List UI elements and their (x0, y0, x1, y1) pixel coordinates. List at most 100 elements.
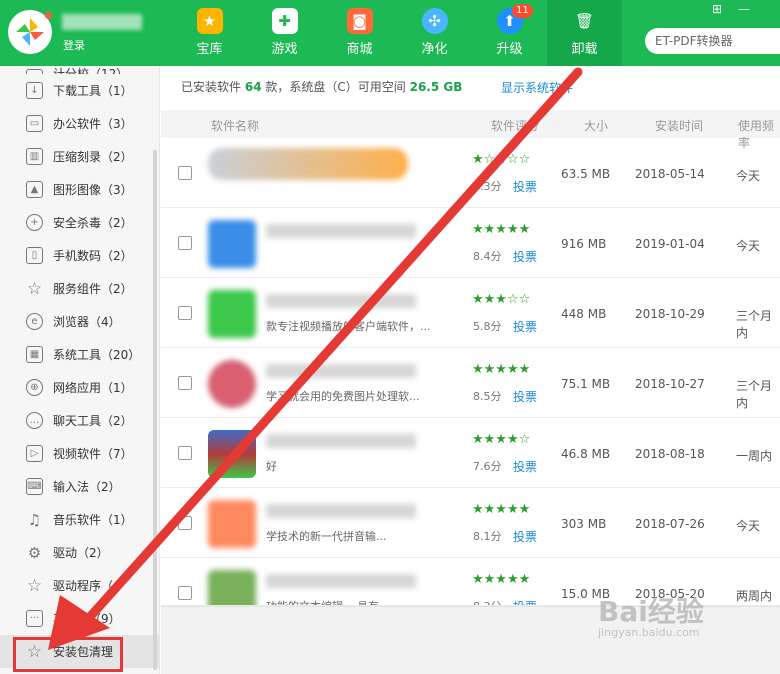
tab-upgrade[interactable]: ⬆ 11 升级 (472, 0, 547, 66)
main-nav: ★ 宝库 ✚ 游戏 ◙ 商城 ✣ 净化 ⬆ 11 升级 🗑 卸载 (172, 0, 622, 66)
vote-link[interactable]: 投票 (513, 178, 537, 195)
tab-treasury[interactable]: ★ 宝库 (172, 0, 247, 66)
row-checkbox[interactable] (178, 376, 192, 390)
vote-link[interactable]: 投票 (513, 458, 537, 475)
table-row[interactable]: 学技术的新一代拼音输... ★★★★★ 8.1分 投票 303 MB 2018-… (161, 488, 780, 558)
sidebar-item-video[interactable]: ▷ 视频软件（7） (0, 437, 159, 470)
shopping-bag-icon: ◙ (346, 8, 373, 34)
gamepad-icon: ✚ (271, 8, 298, 34)
table-row[interactable]: 款专注视频播放的客户端软件，... ★★★☆☆ 5.8分 投票 448 MB 2… (161, 278, 780, 348)
sidebar-item-mobile[interactable]: ▯ 手机数码（2） (0, 239, 159, 272)
vote-link[interactable]: 投票 (513, 528, 537, 545)
vote-link[interactable]: 投票 (513, 598, 537, 605)
sidebar-item-chat[interactable]: … 聊天工具（2） (0, 404, 159, 437)
tab-label: 商城 (346, 42, 373, 57)
sidebar-scrollbar[interactable] (153, 150, 157, 670)
menu-icon[interactable]: ⊞ (712, 2, 738, 16)
install-date: 2018-05-14 (635, 167, 705, 181)
usage-frequency: 一周内 (736, 449, 773, 463)
tab-uninstall[interactable]: 🗑 卸载 (547, 0, 622, 66)
sidebar-item-network[interactable]: ⊕ 网络应用（1） (0, 371, 159, 404)
briefcase-icon: ▭ (26, 115, 43, 132)
sidebar-item-download-tools[interactable]: ↓ 下载工具（1） (0, 74, 159, 107)
top-bar: 登录 ★ 宝库 ✚ 游戏 ◙ 商城 ✣ 净化 ⬆ 11 升级 🗑 卸载 ⊞— E… (0, 0, 780, 66)
sidebar-item-browser[interactable]: e 浏览器（4） (0, 305, 159, 338)
sidebar-item-label: 驱动（2） (53, 546, 109, 560)
sidebar-item-security[interactable]: + 安全杀毒（2） (0, 206, 159, 239)
keyboard-icon: ⌨ (26, 478, 43, 495)
login-link[interactable]: 登录 (63, 37, 85, 53)
row-checkbox[interactable] (178, 516, 192, 530)
sidebar-item-label: 其他软（9） (53, 612, 121, 626)
install-date: 2018-10-29 (635, 307, 705, 321)
sidebar-item-label: 下载工具（1） (53, 84, 133, 98)
show-system-software-link[interactable]: 显示系统软件 (501, 79, 573, 96)
search-input[interactable]: ET-PDF转换器 (645, 28, 780, 54)
video-icon: ▷ (26, 445, 43, 462)
rating-score: 0.3分 (473, 180, 502, 193)
sidebar-item-label: 安全杀毒（2） (53, 216, 133, 230)
row-checkbox[interactable] (178, 306, 192, 320)
sidebar-item-driver-programs[interactable]: ☆ 驱动程序（ (0, 569, 159, 602)
sidebar-item-graphics[interactable]: ▲ 图形图像（3） (0, 173, 159, 206)
baidu-watermark: Bai经验 jingyan.baidu.com (598, 590, 704, 639)
app-icon (208, 500, 256, 548)
sidebar-item-label: 计分校（12） (53, 67, 129, 74)
table-row[interactable]: 好 ★★★★☆ 7.6分 投票 46.8 MB 2018-08-18 一周内 (161, 418, 780, 488)
software-list-panel: 已安装软件 64 款，系统盘（C）可用空间 26.5 GB 显示系统软件 软件名… (161, 66, 780, 674)
username-blurred (62, 14, 142, 30)
gears-icon: ⚙ (27, 543, 42, 562)
vote-link[interactable]: 投票 (513, 248, 537, 265)
row-checkbox[interactable] (178, 236, 192, 250)
column-header-size[interactable]: 大小 (584, 117, 608, 134)
sidebar-item-compress[interactable]: ▥ 压缩刻录（2） (0, 140, 159, 173)
sidebar-item-partial[interactable]: 计分校（12） (0, 66, 159, 74)
app-logo[interactable] (8, 10, 52, 54)
row-checkbox[interactable] (178, 446, 192, 460)
app-icon (208, 570, 256, 605)
sidebar-item-office[interactable]: ▭ 办公软件（3） (0, 107, 159, 140)
sidebar-item-input-method[interactable]: ⌨ 输入法（2） (0, 470, 159, 503)
sidebar-item-label: 输入法（2） (53, 480, 121, 494)
sidebar-item-system[interactable]: ▦ 系统工具（20） (0, 338, 159, 371)
usage-frequency: 三个月内 (736, 309, 773, 340)
browser-icon: e (26, 313, 43, 330)
tab-games[interactable]: ✚ 游戏 (247, 0, 322, 66)
minimize-icon[interactable]: — (738, 2, 766, 16)
rating-score: 5.8分 (473, 320, 502, 333)
rating-score: 8.1分 (473, 530, 502, 543)
upgrade-count-badge: 11 (512, 4, 533, 18)
sidebar-item-driver[interactable]: ⚙ 驱动（2） (0, 536, 159, 569)
column-header-install-date[interactable]: 安装时间 (655, 117, 703, 134)
column-header-name[interactable]: 软件名称 (211, 117, 259, 134)
tab-store[interactable]: ◙ 商城 (322, 0, 397, 66)
vote-link[interactable]: 投票 (513, 318, 537, 335)
rating-stars: ★★★★★ (472, 362, 531, 377)
app-size: 303 MB (561, 517, 607, 531)
vote-link[interactable]: 投票 (513, 388, 537, 405)
tab-label: 卸载 (571, 42, 598, 57)
table-row[interactable]: 学习就会用的免费图片处理软... ★★★★★ 8.5分 投票 75.1 MB 2… (161, 348, 780, 418)
grid-icon: ▦ (26, 346, 43, 363)
globe-icon: ⊕ (26, 379, 43, 396)
row-checkbox[interactable] (178, 166, 192, 180)
sidebar-item-service[interactable]: ☆ 服务组件（2） (0, 272, 159, 305)
row-checkbox[interactable] (178, 586, 192, 600)
install-date: 2018-07-26 (635, 517, 705, 531)
app-icon (208, 360, 256, 408)
star-outline-icon: ☆ (26, 575, 43, 596)
tab-clean[interactable]: ✣ 净化 (397, 0, 472, 66)
sidebar-item-music[interactable]: ♫ 音乐软件（1） (0, 503, 159, 536)
sidebar-item-other[interactable]: ··· 其他软（9） (0, 602, 159, 635)
app-size: 448 MB (561, 307, 607, 321)
sidebar-item-label: 聊天工具（2） (53, 414, 133, 428)
rating-stars: ★★★★☆ (472, 432, 531, 447)
column-header-rating[interactable]: 软件评分 (491, 117, 539, 134)
app-name-blurred (266, 574, 416, 588)
app-size: 46.8 MB (561, 447, 611, 461)
star-outline-icon: ☆ (26, 278, 43, 299)
table-row[interactable]: ★★★★★ 8.4分 投票 916 MB 2019-01-04 今天 (161, 208, 780, 278)
usage-frequency: 两周内 (736, 589, 773, 603)
install-date: 2019-01-04 (635, 237, 705, 251)
table-row[interactable]: ★☆☆☆☆ 0.3分 投票 63.5 MB 2018-05-14 今天 (161, 138, 780, 208)
